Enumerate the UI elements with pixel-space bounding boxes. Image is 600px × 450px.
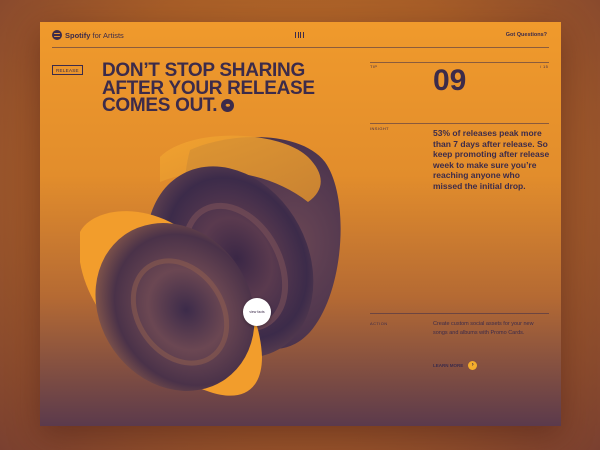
got-questions-link[interactable]: Got Questions? [506,32,547,38]
learn-more-label: LEARN MORE [433,363,464,368]
title-line-3: COMES OUT. [102,95,218,116]
page-title: DON’T STOP SHARING AFTER YOUR RELEASE CO… [102,61,342,116]
action-divider [370,313,549,314]
insight-divider [370,123,549,124]
view-facts-button[interactable]: view facts [243,298,271,326]
spotify-logo[interactable]: Spotify for Artists [52,30,124,40]
page-total: / 15 [540,64,549,69]
tip-number: 09 [433,64,467,97]
link-icon[interactable]: ⚭ [221,99,235,113]
tip-label: TIP [370,64,378,69]
content-card: Spotify for Artists Got Questions? RELEA… [40,22,561,426]
brand-name: Spotify [65,30,91,40]
action-text: Create custom social assets for your new… [433,321,534,336]
learn-more-link[interactable]: LEARN MORE › [433,361,478,370]
brand-suffix: for Artists [92,30,124,40]
menu-bars-icon[interactable] [295,32,304,38]
top-bar: Spotify for Artists Got Questions? [40,22,561,48]
spotify-logo-icon [52,30,62,40]
insight-text: 53% of releases peak more than 7 days af… [433,128,550,191]
tip-divider [370,62,549,63]
release-tag: RELEASE [52,65,83,75]
header-divider [52,47,549,48]
insight-label: INSIGHT [370,126,390,131]
arrow-right-icon: › [468,361,478,370]
action-label: ACTION [370,321,388,326]
